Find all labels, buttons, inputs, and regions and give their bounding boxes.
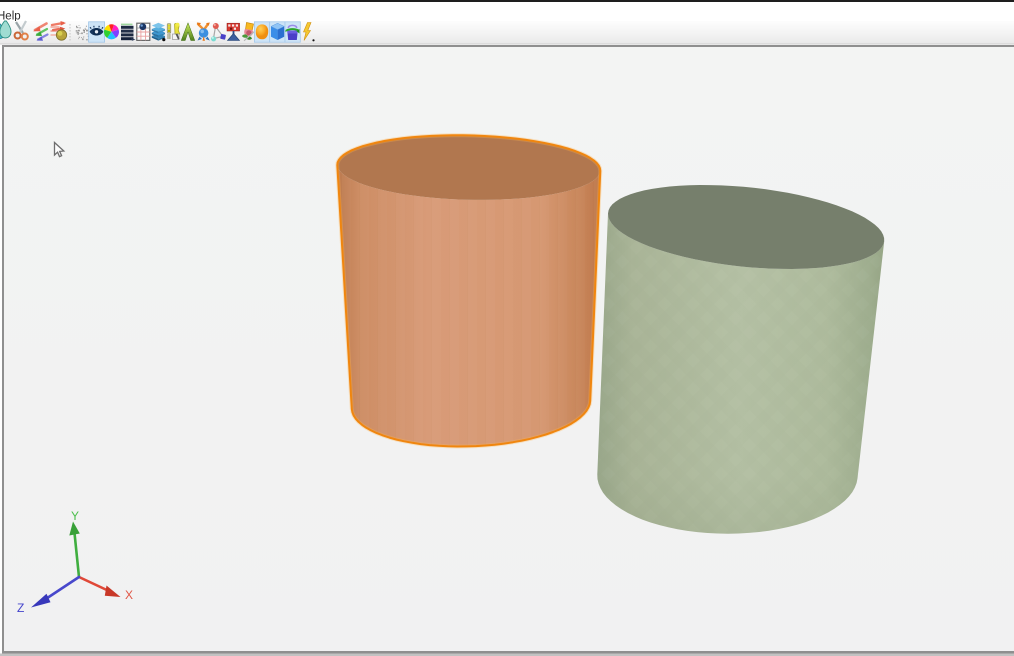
svg-text:X: X [125, 588, 133, 602]
svg-text:Z: Z [17, 601, 24, 615]
svg-text:Y: Y [71, 509, 79, 523]
svg-text:Help: Help [0, 11, 21, 23]
